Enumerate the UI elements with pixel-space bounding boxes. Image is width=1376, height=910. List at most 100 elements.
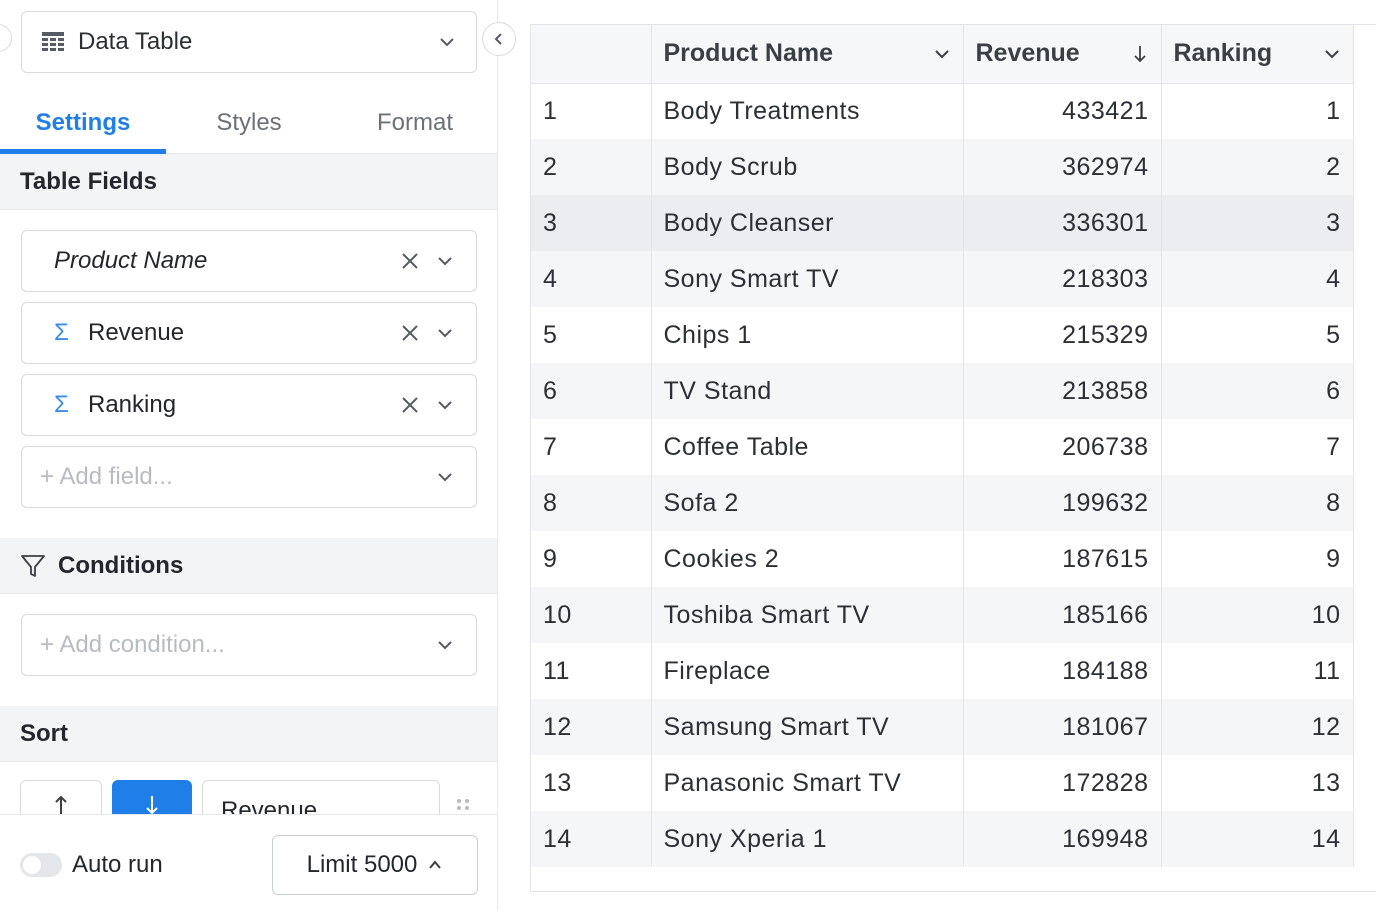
table-row[interactable]: 1 Body Treatments 433421 1: [531, 83, 1354, 139]
ranking-cell: 13: [1161, 755, 1354, 811]
collapse-panel-button[interactable]: [482, 22, 516, 56]
revenue-cell: 362974: [963, 139, 1162, 195]
expand-left-button[interactable]: [0, 24, 12, 52]
settings-panel: Data Table Settings Styles Format Table …: [0, 0, 498, 910]
tab-format[interactable]: Format: [332, 92, 497, 153]
visualization-type-select[interactable]: Data Table: [21, 11, 477, 73]
revenue-cell: 206738: [963, 419, 1162, 475]
ranking-cell: 8: [1161, 475, 1354, 531]
data-table[interactable]: Product Name Revenue Ranking 1 Body Treat…: [530, 24, 1376, 892]
revenue-cell: 199632: [963, 475, 1162, 531]
toggle-knob: [23, 856, 41, 874]
sort-ascending-button[interactable]: [20, 780, 102, 816]
panel-footer: Auto run Limit 5000: [0, 814, 497, 910]
column-header-label: Ranking: [1173, 39, 1273, 68]
product-name-cell: Sofa 2: [651, 475, 964, 531]
chevron-down-icon: [438, 641, 452, 650]
add-condition-select[interactable]: + Add condition...: [21, 614, 477, 676]
revenue-cell: 187615: [963, 531, 1162, 587]
product-name-cell: Coffee Table: [651, 419, 964, 475]
table-row[interactable]: 7 Coffee Table 206738 7: [531, 419, 1354, 475]
ranking-cell: 10: [1161, 587, 1354, 643]
ranking-cell: 2: [1161, 139, 1354, 195]
auto-run-toggle[interactable]: [20, 853, 62, 877]
row-index-cell: 1: [531, 83, 652, 139]
ranking-cell: 11: [1161, 643, 1354, 699]
revenue-cell: 218303: [963, 251, 1162, 307]
row-index-cell: 13: [531, 755, 652, 811]
field-label: Revenue: [88, 319, 185, 346]
column-header-ranking[interactable]: Ranking: [1161, 25, 1354, 84]
table-row[interactable]: 9 Cookies 2 187615 9: [531, 531, 1354, 587]
chevron-down-icon[interactable]: [436, 252, 454, 270]
sigma-icon: Σ: [54, 319, 69, 346]
arrow-down-icon[interactable]: [1131, 45, 1149, 63]
table-fields-title: Table Fields: [20, 167, 157, 195]
revenue-cell: 185166: [963, 587, 1162, 643]
sort-title: Sort: [20, 719, 68, 747]
table-row[interactable]: 10 Toshiba Smart TV 185166 10: [531, 587, 1354, 643]
results-table: Product Name Revenue Ranking 1 Body Treat…: [531, 25, 1354, 867]
table-row[interactable]: 6 TV Stand 213858 6: [531, 363, 1354, 419]
table-fields-header: Table Fields: [0, 154, 497, 210]
ranking-cell: 5: [1161, 307, 1354, 363]
table-row[interactable]: 8 Sofa 2 199632 8: [531, 475, 1354, 531]
column-header-product-name[interactable]: Product Name: [651, 25, 964, 84]
limit-button[interactable]: Limit 5000: [272, 835, 478, 895]
table-row[interactable]: 2 Body Scrub 362974 2: [531, 139, 1354, 195]
product-name-cell: Chips 1: [651, 307, 964, 363]
product-name-cell: Sony Xperia 1: [651, 811, 964, 867]
row-index-cell: 9: [531, 531, 652, 587]
table-row[interactable]: 3 Body Cleanser 336301 3: [531, 195, 1354, 251]
table-row[interactable]: 4 Sony Smart TV 218303 4: [531, 251, 1354, 307]
row-index-cell: 8: [531, 475, 652, 531]
row-index-cell: 5: [531, 307, 652, 363]
ranking-cell: 7: [1161, 419, 1354, 475]
field-ranking[interactable]: Σ Ranking: [21, 374, 477, 436]
sort-field-select[interactable]: Revenue: [202, 780, 440, 816]
table-body: 1 Body Treatments 433421 1 2 Body Scrub 362974…: [531, 83, 1354, 867]
chevron-down-icon[interactable]: [436, 396, 454, 414]
conditions-title: Conditions: [58, 551, 184, 579]
close-icon[interactable]: [400, 323, 420, 343]
arrow-down-icon: [146, 796, 158, 815]
product-name-cell: Body Treatments: [651, 83, 964, 139]
table-row[interactable]: 11 Fireplace 184188 11: [531, 643, 1354, 699]
add-field-select[interactable]: + Add field...: [21, 446, 477, 508]
index-column-header: [531, 25, 652, 84]
product-name-cell: Panasonic Smart TV: [651, 755, 964, 811]
column-header-label: Revenue: [975, 39, 1080, 68]
revenue-cell: 181067: [963, 699, 1162, 755]
field-revenue[interactable]: Σ Revenue: [21, 302, 477, 364]
add-condition-placeholder: + Add condition...: [40, 631, 225, 658]
revenue-cell: 172828: [963, 755, 1162, 811]
row-index-cell: 14: [531, 811, 652, 867]
ranking-cell: 14: [1161, 811, 1354, 867]
product-name-cell: Toshiba Smart TV: [651, 587, 964, 643]
table-row[interactable]: 5 Chips 1 215329 5: [531, 307, 1354, 363]
tab-styles[interactable]: Styles: [166, 92, 332, 153]
product-name-cell: TV Stand: [651, 363, 964, 419]
sort-row: Revenue: [0, 776, 497, 816]
sort-descending-button[interactable]: [112, 780, 192, 816]
ranking-cell: 4: [1161, 251, 1354, 307]
add-field-placeholder: + Add field...: [40, 463, 173, 490]
table-row[interactable]: 14 Sony Xperia 1 169948 14: [531, 811, 1354, 867]
chevron-down-icon[interactable]: [1323, 45, 1341, 63]
revenue-cell: 213858: [963, 363, 1162, 419]
product-name-cell: Body Scrub: [651, 139, 964, 195]
column-header-revenue[interactable]: Revenue: [963, 25, 1162, 84]
table-row[interactable]: 13 Panasonic Smart TV 172828 13: [531, 755, 1354, 811]
ranking-cell: 9: [1161, 531, 1354, 587]
table-row[interactable]: 12 Samsung Smart TV 181067 12: [531, 699, 1354, 755]
chevron-down-icon: [438, 473, 452, 482]
revenue-cell: 336301: [963, 195, 1162, 251]
close-icon[interactable]: [400, 251, 420, 271]
revenue-cell: 169948: [963, 811, 1162, 867]
field-product-name[interactable]: Product Name: [21, 230, 477, 292]
chevron-down-icon[interactable]: [436, 324, 454, 342]
ranking-cell: 1: [1161, 83, 1354, 139]
tab-settings[interactable]: Settings: [0, 92, 166, 154]
chevron-down-icon[interactable]: [933, 45, 951, 63]
close-icon[interactable]: [400, 395, 420, 415]
